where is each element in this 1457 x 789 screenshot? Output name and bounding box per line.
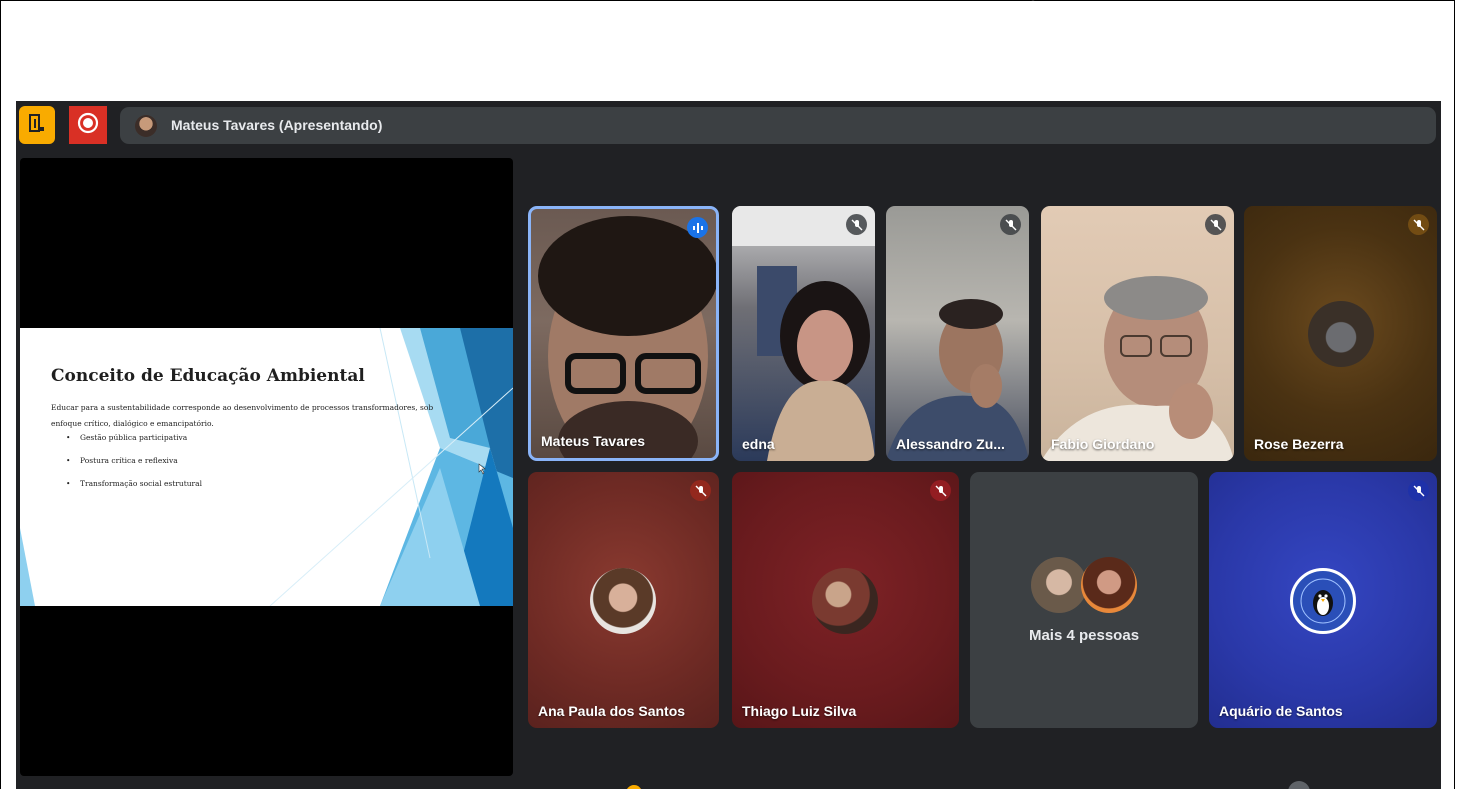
bottom-control-hint <box>1288 781 1310 789</box>
participant-tile-mateus-tavares[interactable]: Mateus Tavares <box>528 206 719 461</box>
video-feed <box>732 206 875 461</box>
participant-tile-alessandro[interactable]: Alessandro Zu... <box>886 206 1029 461</box>
avatar <box>1031 557 1087 613</box>
avatar <box>1290 568 1356 634</box>
participant-tile-aquario-de-santos[interactable]: Aquário de Santos <box>1209 472 1437 728</box>
more-people-tile[interactable]: Mais 4 pessoas <box>970 472 1198 728</box>
mic-off-icon <box>1408 480 1429 501</box>
participant-name: edna <box>742 436 775 452</box>
slide-bullet: • Transformação social estrutural <box>66 479 203 488</box>
participant-tile-thiago-luiz-silva[interactable]: Thiago Luiz Silva <box>732 472 959 728</box>
audio-level-icon <box>687 217 708 238</box>
bullet-marker: • <box>66 479 71 488</box>
mic-off-icon <box>1408 214 1429 235</box>
cropped-glyph <box>1029 0 1037 2</box>
video-feed <box>538 216 716 458</box>
participant-name: Alessandro Zu... <box>896 436 1005 452</box>
participant-name: Rose Bezerra <box>1254 436 1344 452</box>
presentation-stage: Conceito de Educação Ambiental Educar pa… <box>20 158 513 776</box>
participant-tile-rose-bezerra[interactable]: Rose Bezerra <box>1244 206 1437 461</box>
presenter-banner[interactable]: Mateus Tavares (Apresentando) <box>120 107 1436 144</box>
slide-title: Conceito de Educação Ambiental <box>51 366 365 386</box>
meeting-window: Mateus Tavares (Apresentando) Conceito d… <box>16 101 1441 789</box>
participant-name: Mateus Tavares <box>541 433 646 449</box>
participant-name: Thiago Luiz Silva <box>742 703 857 719</box>
mic-off-icon <box>846 214 867 235</box>
participant-name: Fabio Giordano <box>1051 436 1155 452</box>
mic-off-icon <box>1205 214 1226 235</box>
slide-bullet-list: • Gestão pública participativa • Postura c… <box>66 433 202 502</box>
door-exit-icon <box>28 113 46 138</box>
exit-button[interactable] <box>19 106 55 144</box>
avatar <box>590 568 656 634</box>
presenter-label: Mateus Tavares (Apresentando) <box>171 117 383 133</box>
presentation-slide: Conceito de Educação Ambiental Educar pa… <box>20 328 513 606</box>
bottom-control-hint <box>626 785 642 789</box>
participant-name: Aquário de Santos <box>1219 703 1343 719</box>
participant-tile-edna[interactable]: edna <box>732 206 875 461</box>
bullet-marker: • <box>66 433 71 442</box>
mic-off-icon <box>1000 214 1021 235</box>
penguin-logo-icon <box>1300 578 1346 624</box>
presenter-avatar <box>135 115 157 137</box>
avatar <box>812 568 878 634</box>
record-icon <box>77 112 99 139</box>
video-feed <box>1041 276 1234 461</box>
video-feed <box>886 299 1029 461</box>
participant-tile-ana-paula[interactable]: Ana Paula dos Santos <box>528 472 719 728</box>
more-people-label: Mais 4 pessoas <box>1028 627 1140 644</box>
slide-bullet: • Postura crítica e reflexiva <box>66 456 178 465</box>
mic-off-icon <box>690 480 711 501</box>
bullet-marker: • <box>66 456 71 465</box>
slide-body-text: Educar para a sustentabilidade correspon… <box>51 403 434 428</box>
participant-name: Ana Paula dos Santos <box>538 703 686 719</box>
avatar <box>1081 557 1137 613</box>
avatar <box>1308 301 1374 367</box>
slide-bullet: • Gestão pública participativa <box>66 433 188 442</box>
top-bar: Mateus Tavares (Apresentando) <box>16 101 1441 149</box>
record-button[interactable] <box>69 106 107 144</box>
mic-off-icon <box>930 480 951 501</box>
participant-tile-fabio-giordano[interactable]: Fabio Giordano <box>1041 206 1234 461</box>
